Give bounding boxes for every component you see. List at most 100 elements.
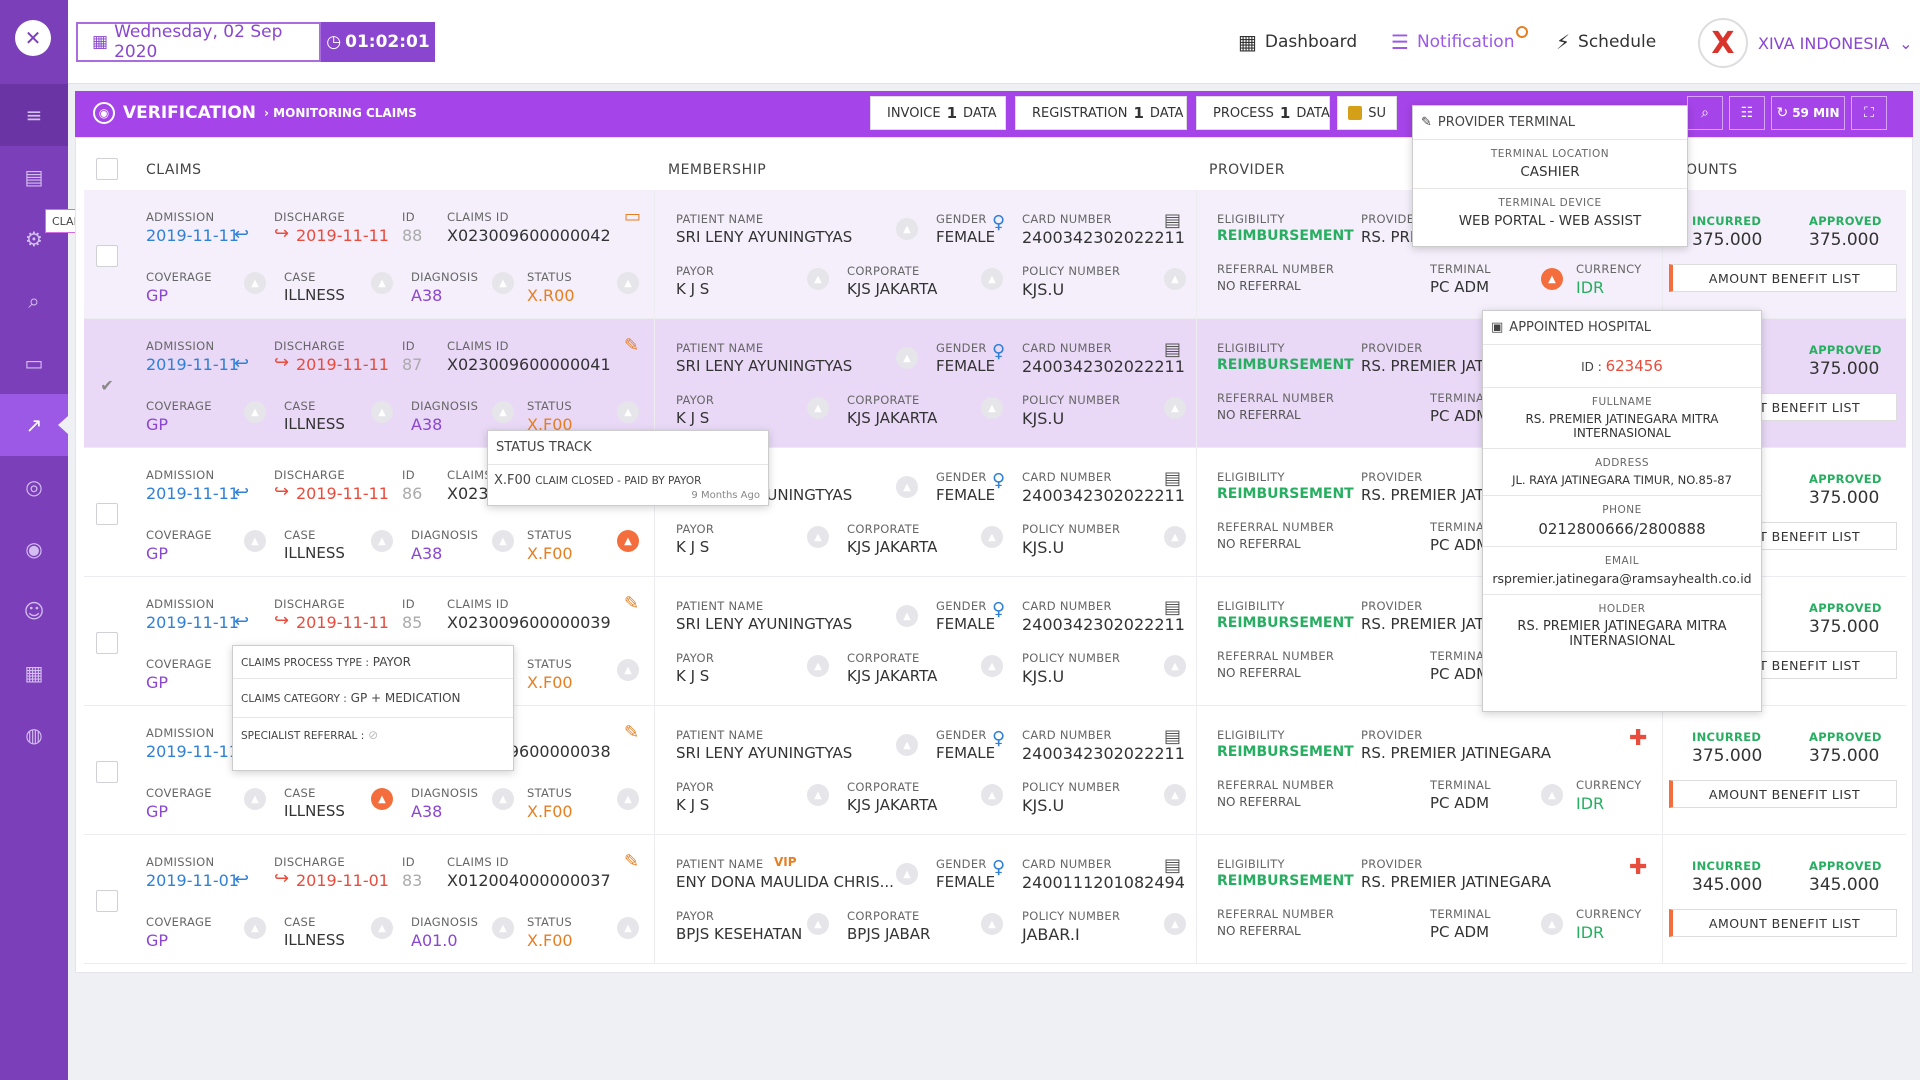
refresh-search-icon[interactable]: ◎	[0, 456, 68, 518]
fullscreen-button[interactable]: ⛶	[1851, 96, 1887, 130]
eject-icon[interactable]: ▲	[617, 917, 639, 939]
eject-icon[interactable]: ▲	[1541, 268, 1563, 290]
eject-icon[interactable]: ▲	[1164, 784, 1186, 806]
eject-icon[interactable]: ▲	[896, 734, 918, 756]
id-card-icon[interactable]: ▤	[1164, 468, 1181, 489]
id-card-icon[interactable]: ▤	[1164, 726, 1181, 747]
eject-icon[interactable]: ▲	[492, 401, 514, 423]
eject-icon[interactable]: ▲	[492, 788, 514, 810]
eject-icon[interactable]: ▲	[981, 268, 1003, 290]
eject-icon[interactable]: ▲	[981, 397, 1003, 419]
id-card-icon[interactable]: ▤	[1164, 855, 1181, 876]
profile-icon[interactable]: ◍	[0, 704, 68, 766]
eject-icon[interactable]: ▲	[981, 913, 1003, 935]
eject-icon[interactable]: ▲	[617, 659, 639, 681]
org-switcher[interactable]: X XIVA INDONESIA ⌄	[1698, 18, 1913, 68]
header-search-button[interactable]: ⌕	[1687, 96, 1723, 130]
eject-icon[interactable]: ▲	[807, 784, 829, 806]
eject-icon[interactable]: ▲	[1541, 784, 1563, 806]
row-checkbox[interactable]	[96, 761, 118, 783]
eject-icon[interactable]: ▲	[617, 530, 639, 552]
registration-button[interactable]: REGISTRATION 1 DATA	[1015, 96, 1187, 130]
amount-benefit-list-button[interactable]: AMOUNT BENEFIT LIST	[1669, 264, 1897, 292]
eject-icon[interactable]: ▲	[371, 272, 393, 294]
eject-icon[interactable]: ▲	[617, 272, 639, 294]
eject-icon[interactable]: ▲	[1164, 526, 1186, 548]
eject-icon[interactable]: ▲	[244, 788, 266, 810]
date-display[interactable]: ▦ Wednesday, 02 Sep 2020	[76, 22, 321, 62]
eject-icon[interactable]: ▲	[981, 784, 1003, 806]
eject-icon[interactable]: ▲	[896, 605, 918, 627]
amount-benefit-list-button[interactable]: AMOUNT BENEFIT LIST	[1669, 909, 1897, 937]
eject-icon[interactable]: ▲	[1164, 268, 1186, 290]
row-checkbox[interactable]	[96, 890, 118, 912]
eject-icon[interactable]: ▲	[896, 476, 918, 498]
invoice-button[interactable]: INVOICE 1 DATA	[870, 96, 1006, 130]
eject-icon[interactable]: ▲	[371, 788, 393, 810]
pin-icon[interactable]: ✎	[624, 851, 639, 872]
eject-icon[interactable]: ▲	[1541, 913, 1563, 935]
document-icon[interactable]: ▤	[0, 146, 68, 208]
eject-icon[interactable]: ▲	[371, 401, 393, 423]
search-icon: ⌕	[1701, 105, 1709, 121]
su-button[interactable]: SU	[1337, 96, 1397, 130]
eject-icon[interactable]: ▲	[807, 655, 829, 677]
eject-icon[interactable]: ▲	[371, 917, 393, 939]
eject-icon[interactable]: ▲	[1164, 397, 1186, 419]
pin-icon[interactable]: ✎	[624, 722, 639, 743]
nav-notification[interactable]: ☰ Notification	[1391, 26, 1529, 54]
eject-icon[interactable]: ▲	[617, 788, 639, 810]
eject-icon[interactable]: ▲	[244, 917, 266, 939]
row-checkbox[interactable]	[96, 245, 118, 267]
eject-icon[interactable]: ▲	[492, 530, 514, 552]
eject-icon[interactable]: ▲	[371, 530, 393, 552]
eject-icon[interactable]: ▲	[244, 401, 266, 423]
pin-icon[interactable]: ✎	[624, 335, 639, 356]
claims-category-label: CLAIMS CATEGORY :	[241, 693, 347, 705]
eject-icon[interactable]: ▲	[896, 347, 918, 369]
eject-icon[interactable]: ▲	[244, 530, 266, 552]
eject-icon[interactable]: ▲	[807, 397, 829, 419]
filter-button[interactable]: ☷	[1729, 96, 1765, 130]
time-display[interactable]: ◷ 01:02:01	[321, 22, 435, 62]
ambulance-icon[interactable]: ✚	[1629, 726, 1647, 751]
process-button[interactable]: PROCESS 1 DATA	[1196, 96, 1330, 130]
amount-benefit-list-button[interactable]: AMOUNT BENEFIT LIST	[1669, 780, 1897, 808]
eject-icon[interactable]: ▲	[807, 913, 829, 935]
eject-icon[interactable]: ▲	[492, 917, 514, 939]
table-row[interactable]: ADMISSION 2019-11-01 ↩ DISCHARGE ↪ 2019-…	[84, 835, 1906, 964]
id-card-icon[interactable]: ▤	[1164, 210, 1181, 231]
compass-icon[interactable]: ◉	[0, 518, 68, 580]
menu-icon[interactable]: ≡	[0, 84, 68, 146]
refresh-timer-button[interactable]: ↻ 59 MIN	[1771, 96, 1845, 130]
eject-icon[interactable]: ▲	[492, 272, 514, 294]
pin-icon[interactable]: ✎	[624, 593, 639, 614]
eject-icon[interactable]: ▲	[244, 272, 266, 294]
user-circle-icon[interactable]: ☺	[0, 580, 68, 642]
referral-number-label: REFERRAL NUMBER	[1217, 907, 1335, 921]
row-checkbox[interactable]	[96, 503, 118, 525]
eject-icon[interactable]: ▲	[807, 526, 829, 548]
eject-icon[interactable]: ▲	[1164, 655, 1186, 677]
row-checkbox[interactable]	[96, 632, 118, 654]
eject-icon[interactable]: ▲	[981, 655, 1003, 677]
app-logo[interactable]: ✕	[15, 20, 51, 56]
monitor-icon[interactable]: ▭	[0, 332, 68, 394]
row-checkbox[interactable]: ✔	[96, 374, 118, 396]
select-all-checkbox[interactable]	[96, 158, 118, 180]
eject-icon[interactable]: ▲	[1164, 913, 1186, 935]
eject-icon[interactable]: ▲	[981, 526, 1003, 548]
nav-schedule[interactable]: ⚡ Schedule	[1556, 30, 1656, 54]
eject-icon[interactable]: ▲	[617, 401, 639, 423]
id-card-icon[interactable]: ▤	[1164, 597, 1181, 618]
ambulance-icon[interactable]: ✚	[1629, 855, 1647, 880]
eject-icon[interactable]: ▲	[896, 218, 918, 240]
search-icon[interactable]: ⌕	[0, 270, 68, 332]
eject-icon[interactable]: ▲	[896, 863, 918, 885]
notes-icon[interactable]: ▦	[0, 642, 68, 704]
external-link-icon[interactable]: ↗	[0, 394, 68, 456]
folder-icon[interactable]: ▭	[624, 206, 641, 227]
nav-dashboard[interactable]: ▦ Dashboard	[1238, 30, 1357, 54]
id-card-icon[interactable]: ▤	[1164, 339, 1181, 360]
eject-icon[interactable]: ▲	[807, 268, 829, 290]
